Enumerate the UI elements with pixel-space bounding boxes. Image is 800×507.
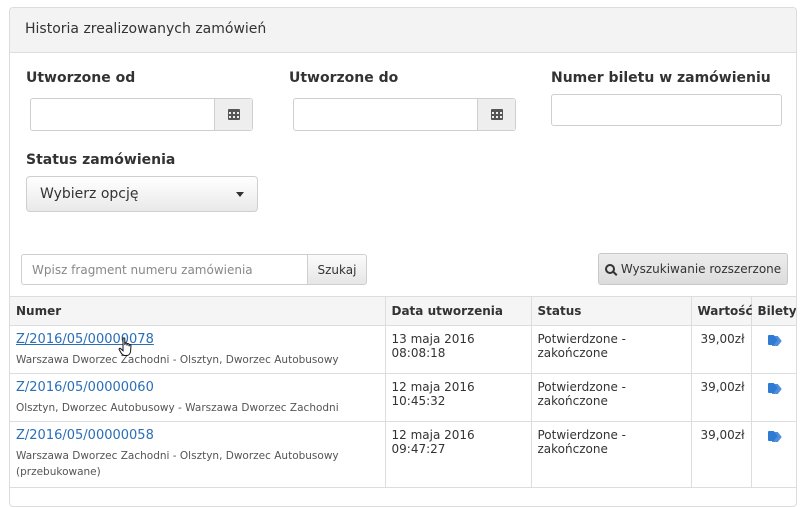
order-number-link[interactable]: Z/2016/05/00000060 xyxy=(16,380,154,395)
tags-icon[interactable] xyxy=(768,431,782,441)
order-value: 39,00zł xyxy=(690,421,751,488)
advanced-search-button[interactable]: Wyszukiwanie rozszerzone xyxy=(598,253,788,285)
order-status-label: Status zamówienia xyxy=(26,152,176,168)
hand-cursor-icon xyxy=(118,337,132,356)
tickets-cell xyxy=(750,421,796,488)
created-to-label: Utworzone do xyxy=(289,70,399,86)
order-date: 12 maja 2016 10:45:32 xyxy=(384,373,531,422)
order-status: Potwierdzone - zakończone xyxy=(530,325,691,374)
order-status-select[interactable]: Wybierz opcję xyxy=(26,176,258,212)
order-search-input[interactable]: Wpisz fragment numeru zamówienia xyxy=(21,254,307,285)
search-button[interactable]: Szukaj xyxy=(307,254,367,285)
column-header-status[interactable]: Status xyxy=(530,296,691,326)
tags-icon[interactable] xyxy=(768,335,782,345)
ticket-number-input[interactable] xyxy=(551,94,782,126)
table-header-row: Numer Data utworzenia Status Wartość Bil… xyxy=(10,296,796,326)
order-route: Olsztyn, Dworzec Autobusowy - Warszawa D… xyxy=(16,402,339,414)
order-value: 39,00zł xyxy=(690,373,751,422)
order-number-cell: Z/2016/05/00000060 Olsztyn, Dworzec Auto… xyxy=(10,373,385,422)
table-row: Z/2016/05/00000060 Olsztyn, Dworzec Auto… xyxy=(10,373,796,422)
order-status: Potwierdzone - zakończone xyxy=(530,373,691,422)
search-icon xyxy=(604,264,615,274)
created-from-label: Utworzone od xyxy=(26,70,136,86)
order-route: Warszawa Dworzec Zachodni - Olsztyn, Dwo… xyxy=(16,354,339,366)
calendar-icon xyxy=(490,109,503,120)
column-header-tickets: Bilety xyxy=(750,296,796,326)
advanced-search-label: Wyszukiwanie rozszerzone xyxy=(620,262,782,276)
created-from-calendar-button[interactable] xyxy=(214,99,252,130)
column-header-value[interactable]: Wartość xyxy=(690,296,753,326)
order-date: 13 maja 2016 08:08:18 xyxy=(384,325,531,374)
chevron-down-icon xyxy=(236,192,244,197)
order-number-cell: Z/2016/05/00000058 Warszawa Dworzec Zach… xyxy=(10,421,385,488)
panel-title: Historia zrealizowanych zamówień xyxy=(10,8,796,53)
order-status-select-value: Wybierz opcję xyxy=(40,186,139,202)
calendar-icon xyxy=(227,109,240,120)
tags-icon[interactable] xyxy=(768,383,782,393)
tickets-cell xyxy=(750,373,796,422)
ticket-number-label: Numer biletu w zamówieniu xyxy=(551,70,771,86)
order-search-group: Wpisz fragment numeru zamówienia Szukaj xyxy=(21,254,367,285)
tickets-cell xyxy=(750,325,796,374)
order-value: 39,00zł xyxy=(690,325,751,374)
created-to-field[interactable] xyxy=(293,98,516,131)
orders-history-panel: Historia zrealizowanych zamówień Utworzo… xyxy=(9,7,797,507)
created-to-input[interactable] xyxy=(294,99,477,130)
order-route: Warszawa Dworzec Zachodni - Olsztyn, Dwo… xyxy=(16,450,339,478)
created-to-calendar-button[interactable] xyxy=(477,99,515,130)
order-number-cell: Z/2016/05/00000078 Warszawa Dworzec Zach… xyxy=(10,325,385,374)
order-date: 12 maja 2016 09:47:27 xyxy=(384,421,531,488)
column-header-date[interactable]: Data utworzenia xyxy=(384,296,531,326)
orders-table: Numer Data utworzenia Status Wartość Bil… xyxy=(10,296,796,488)
order-number-link[interactable]: Z/2016/05/00000058 xyxy=(16,428,154,443)
created-from-input[interactable] xyxy=(31,99,214,130)
order-status: Potwierdzone - zakończone xyxy=(530,421,691,488)
column-header-number[interactable]: Numer xyxy=(10,296,385,326)
table-row: Z/2016/05/00000058 Warszawa Dworzec Zach… xyxy=(10,421,796,488)
created-from-field[interactable] xyxy=(30,98,253,131)
